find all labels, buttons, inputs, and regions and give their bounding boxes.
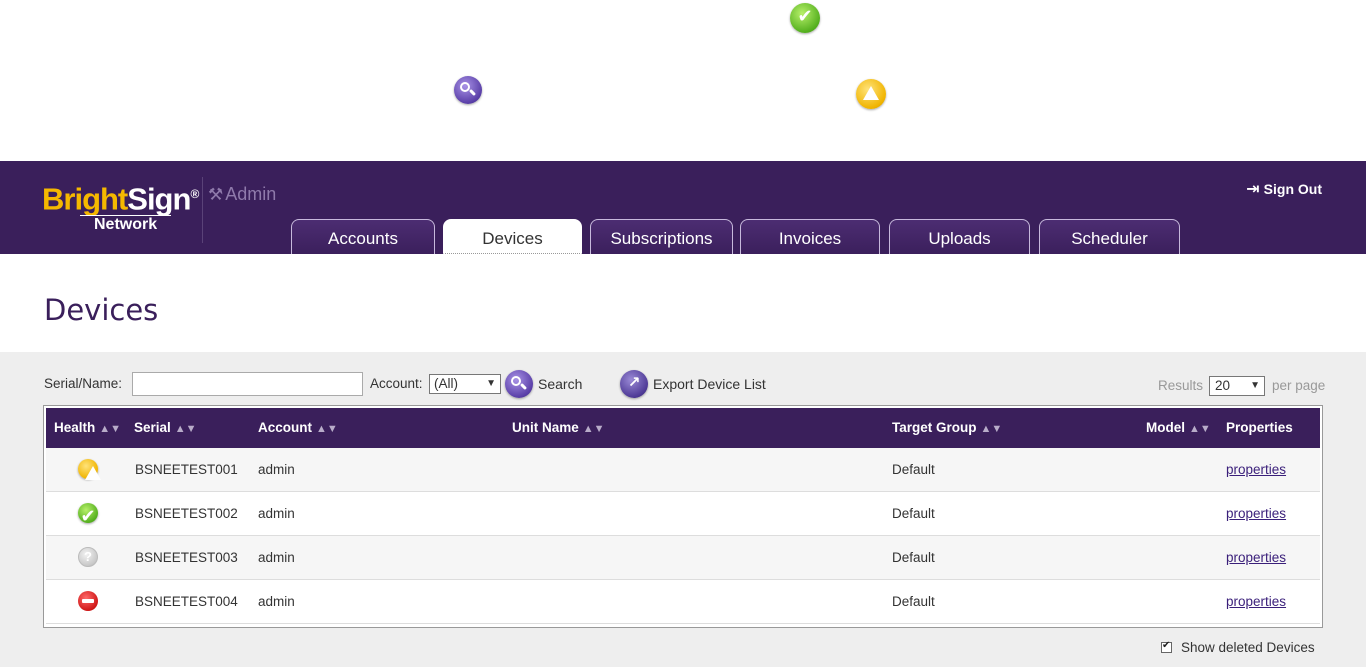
tools-icon: ⚒: [208, 185, 224, 204]
account-select[interactable]: (All) ▼: [429, 374, 501, 394]
logo-sign-text: Sign: [127, 181, 191, 217]
per-page-label: per page: [1272, 378, 1326, 393]
status-error-icon: [78, 591, 98, 611]
sort-icon: ▲▼: [582, 423, 605, 435]
column-header-model[interactable]: Model ▲▼: [1146, 420, 1211, 435]
table-row: BSNEETEST002 admin Default properties: [46, 492, 1320, 536]
table-body: BSNEETEST001 admin Default properties BS…: [44, 448, 1322, 626]
brightsign-logo[interactable]: BrightSign® Network: [42, 177, 203, 243]
serial-cell: BSNEETEST001: [135, 462, 238, 477]
export-device-list-button[interactable]: Export Device List: [620, 370, 766, 398]
admin-label: ⚒ Admin: [208, 184, 277, 204]
account-cell: admin: [258, 506, 295, 521]
status-unknown-icon: [78, 547, 98, 567]
target-group-cell: Default: [892, 550, 935, 565]
target-group-cell: Default: [892, 506, 935, 521]
status-ok-icon: [790, 3, 820, 33]
tab-subscriptions[interactable]: Subscriptions: [590, 219, 733, 254]
account-cell: admin: [258, 462, 295, 477]
sign-out-link[interactable]: ⇥ Sign Out: [1246, 179, 1322, 199]
show-deleted-checkbox[interactable]: [1161, 640, 1172, 653]
serial-name-input[interactable]: [132, 372, 363, 396]
table-row: BSNEETEST001 admin Default properties: [46, 448, 1320, 492]
tab-devices[interactable]: Devices: [443, 219, 582, 254]
properties-link[interactable]: properties: [1226, 506, 1286, 521]
table-row: BSNEETEST004 admin Default properties: [46, 580, 1320, 624]
account-label: Account:: [370, 376, 423, 391]
serial-cell: BSNEETEST004: [135, 594, 238, 609]
results-label: Results: [1158, 378, 1204, 393]
tab-uploads[interactable]: Uploads: [889, 219, 1030, 254]
show-deleted-devices-toggle[interactable]: Show deleted Devices: [1161, 640, 1315, 655]
sign-out-icon: ⇥: [1246, 181, 1260, 198]
account-cell: admin: [258, 550, 295, 565]
logo-network-text: Network: [80, 215, 172, 234]
dropdown-arrow-icon: ▼: [1250, 380, 1260, 391]
results-per-page-select[interactable]: 20 ▼: [1209, 376, 1265, 396]
target-group-cell: Default: [892, 462, 935, 477]
properties-link[interactable]: properties: [1226, 550, 1286, 565]
column-header-target-group[interactable]: Target Group ▲▼: [892, 420, 1002, 435]
status-ok-icon: [78, 503, 98, 527]
target-group-cell: Default: [892, 594, 935, 609]
sort-icon: ▲▼: [1189, 423, 1211, 435]
account-cell: admin: [258, 594, 295, 609]
table-header: Health ▲▼ Serial ▲▼ Account ▲▼ Unit Name ▲▼ …: [46, 408, 1320, 448]
export-icon: [620, 370, 648, 398]
logo-registered-mark: ®: [190, 187, 199, 201]
status-warning-icon: [855, 79, 886, 109]
search-icon: [505, 370, 533, 398]
properties-link[interactable]: properties: [1226, 462, 1286, 477]
serial-name-label: Serial/Name:: [44, 376, 123, 391]
sort-icon: ▲▼: [174, 423, 197, 435]
app-header: BrightSign® Network ⚒ Admin ⇥ Sign Out Acc…: [0, 161, 1366, 254]
properties-link[interactable]: properties: [1226, 594, 1286, 609]
serial-cell: BSNEETEST002: [135, 506, 238, 521]
sort-icon: ▲▼: [980, 423, 1003, 435]
serial-cell: BSNEETEST003: [135, 550, 238, 565]
column-header-properties: Properties: [1226, 420, 1293, 435]
table-row: BSNEETEST003 admin Default properties: [46, 536, 1320, 580]
column-header-serial[interactable]: Serial ▲▼: [134, 420, 197, 435]
column-header-health[interactable]: Health ▲▼: [54, 420, 121, 435]
logo-bright-text: Bright: [42, 181, 128, 217]
search-button[interactable]: Search: [505, 370, 582, 398]
tab-scheduler[interactable]: Scheduler: [1039, 219, 1180, 254]
tab-invoices[interactable]: Invoices: [740, 219, 880, 254]
column-header-unit-name[interactable]: Unit Name ▲▼: [512, 420, 605, 435]
dropdown-arrow-icon: ▼: [486, 378, 496, 389]
sort-icon: ▲▼: [316, 423, 338, 435]
search-icon: [454, 76, 483, 104]
sort-icon: ▲▼: [99, 423, 122, 435]
column-header-account[interactable]: Account ▲▼: [258, 420, 338, 435]
status-warning-icon: [78, 459, 101, 480]
page-title: Devices: [44, 293, 159, 327]
tab-accounts[interactable]: Accounts: [291, 219, 435, 254]
devices-table: Health ▲▼ Serial ▲▼ Account ▲▼ Unit Name ▲▼ …: [43, 405, 1323, 628]
devices-panel: Serial/Name: Account: (All)▼ Search Expo…: [0, 352, 1366, 667]
